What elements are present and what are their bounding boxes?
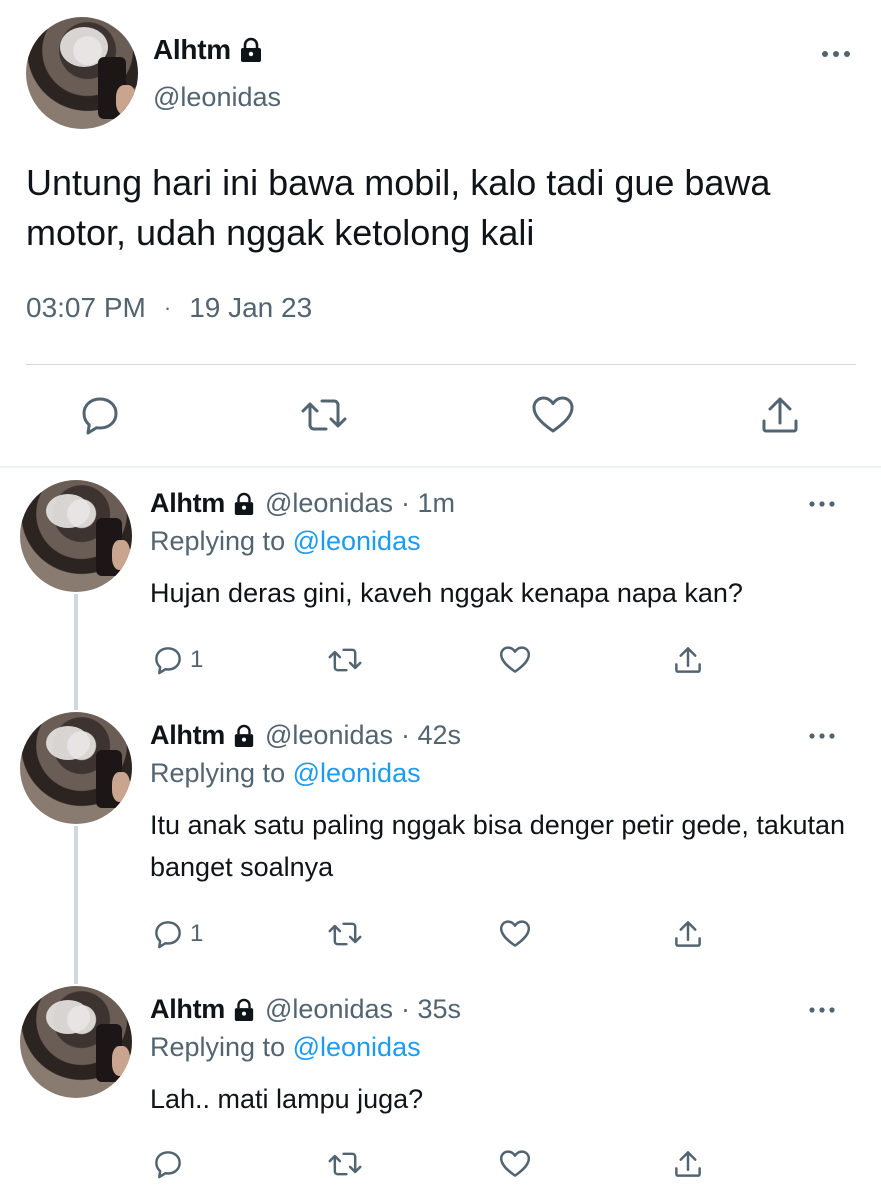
reply-actions: 1: [0, 642, 881, 686]
reply-button[interactable]: 1: [152, 642, 203, 678]
reply-text: Itu anak satu paling nggak bisa denger p…: [150, 810, 845, 882]
more-icon[interactable]: [808, 1002, 836, 1018]
like-icon: [532, 396, 574, 433]
lock-icon: [233, 998, 255, 1022]
reply-button[interactable]: 1: [152, 916, 203, 952]
reply-tweet[interactable]: Alhtm @leonidas · 35s Replying to @leoni…: [0, 974, 881, 1200]
replying-prefix: Replying to: [150, 526, 293, 556]
replying-prefix: Replying to: [150, 1032, 293, 1062]
avatar[interactable]: [20, 986, 132, 1098]
replying-to: Replying to @leonidas: [150, 526, 421, 557]
tweet-text: Untung hari ini bawa mobil, kalo tadi gu…: [26, 162, 771, 253]
reply-icon: [155, 647, 181, 675]
like-button[interactable]: [498, 642, 532, 678]
reply-actions: 1: [0, 916, 881, 960]
avatar[interactable]: [20, 712, 132, 824]
retweet-icon: [328, 1152, 362, 1176]
author-handle[interactable]: @leonidas: [265, 488, 393, 519]
reply-text: Lah.. mati lampu juga?: [150, 1084, 424, 1114]
replying-prefix: Replying to: [150, 758, 293, 788]
like-button[interactable]: [530, 393, 574, 437]
reply-header: Alhtm @leonidas · 35s: [150, 994, 461, 1025]
reply-count: 1: [190, 646, 204, 673]
share-button[interactable]: [672, 642, 704, 678]
tweet-age: · 42s: [401, 720, 462, 750]
author-handle[interactable]: @leonidas: [265, 994, 393, 1025]
replying-to: Replying to @leonidas: [150, 758, 421, 789]
lock-icon: [239, 37, 263, 63]
retweet-button[interactable]: [298, 393, 347, 437]
author-name[interactable]: Alhtm: [150, 488, 225, 519]
reply-header: Alhtm @leonidas · 42s: [150, 720, 461, 751]
main-tweet: Alhtm @leonidas Untung hari ini bawa mob…: [0, 0, 881, 466]
tweet-time: 03:07 PM: [26, 292, 146, 323]
author-name[interactable]: Alhtm: [150, 994, 225, 1025]
retweet-button[interactable]: [326, 1146, 364, 1182]
share-button[interactable]: [672, 916, 704, 952]
tweet-date: 19 Jan 23: [189, 292, 313, 323]
retweet-button[interactable]: [326, 916, 364, 952]
more-icon[interactable]: [808, 496, 836, 512]
reply-tweet[interactable]: Alhtm @leonidas · 1m Replying to @leonid…: [0, 468, 881, 700]
divider: [26, 364, 856, 365]
reply-count: 1: [190, 920, 204, 947]
retweet-button[interactable]: [326, 642, 364, 678]
like-button[interactable]: [498, 916, 532, 952]
like-icon: [499, 646, 531, 673]
reply-icon: [155, 921, 181, 949]
share-button[interactable]: [672, 1146, 704, 1182]
share-icon: [762, 397, 798, 433]
reply-header: Alhtm @leonidas · 1m: [150, 488, 455, 519]
author-handle[interactable]: @leonidas: [153, 82, 281, 113]
reply-button[interactable]: [152, 1146, 190, 1182]
reply-icon: [155, 1151, 181, 1179]
avatar[interactable]: [26, 17, 138, 129]
tweet-timestamp[interactable]: 03:07 PM · 19 Jan 23: [26, 292, 312, 324]
author-name[interactable]: Alhtm: [153, 34, 263, 66]
reply-button[interactable]: [78, 393, 122, 437]
author-handle[interactable]: @leonidas: [265, 720, 393, 751]
tweet-actions: [0, 385, 881, 449]
mention-link[interactable]: @leonidas: [293, 1032, 421, 1062]
reply-text: Hujan deras gini, kaveh nggak kenapa nap…: [150, 578, 743, 608]
like-icon: [499, 920, 531, 947]
replying-to: Replying to @leonidas: [150, 1032, 421, 1063]
lock-icon: [233, 492, 255, 516]
tweet-age: · 35s: [401, 994, 462, 1024]
mention-link[interactable]: @leonidas: [293, 526, 421, 556]
lock-icon: [233, 724, 255, 748]
like-button[interactable]: [498, 1146, 532, 1182]
reply-icon: [82, 397, 118, 435]
share-icon: [675, 647, 701, 673]
avatar[interactable]: [20, 480, 132, 592]
meta-separator: ·: [163, 295, 172, 320]
like-icon: [499, 1150, 531, 1177]
author-name[interactable]: Alhtm: [150, 720, 225, 751]
more-icon[interactable]: [808, 728, 836, 744]
more-icon[interactable]: [820, 44, 852, 64]
reply-actions: [0, 1146, 881, 1190]
mention-link[interactable]: @leonidas: [293, 758, 421, 788]
tweet-age: · 1m: [401, 488, 455, 518]
retweet-icon: [328, 922, 362, 946]
share-icon: [675, 921, 701, 947]
share-button[interactable]: [758, 393, 802, 437]
author-name-text: Alhtm: [153, 34, 231, 65]
reply-tweet[interactable]: Alhtm @leonidas · 42s Replying to @leoni…: [0, 700, 881, 974]
share-icon: [675, 1151, 701, 1177]
retweet-icon: [328, 648, 362, 672]
retweet-icon: [301, 399, 347, 431]
